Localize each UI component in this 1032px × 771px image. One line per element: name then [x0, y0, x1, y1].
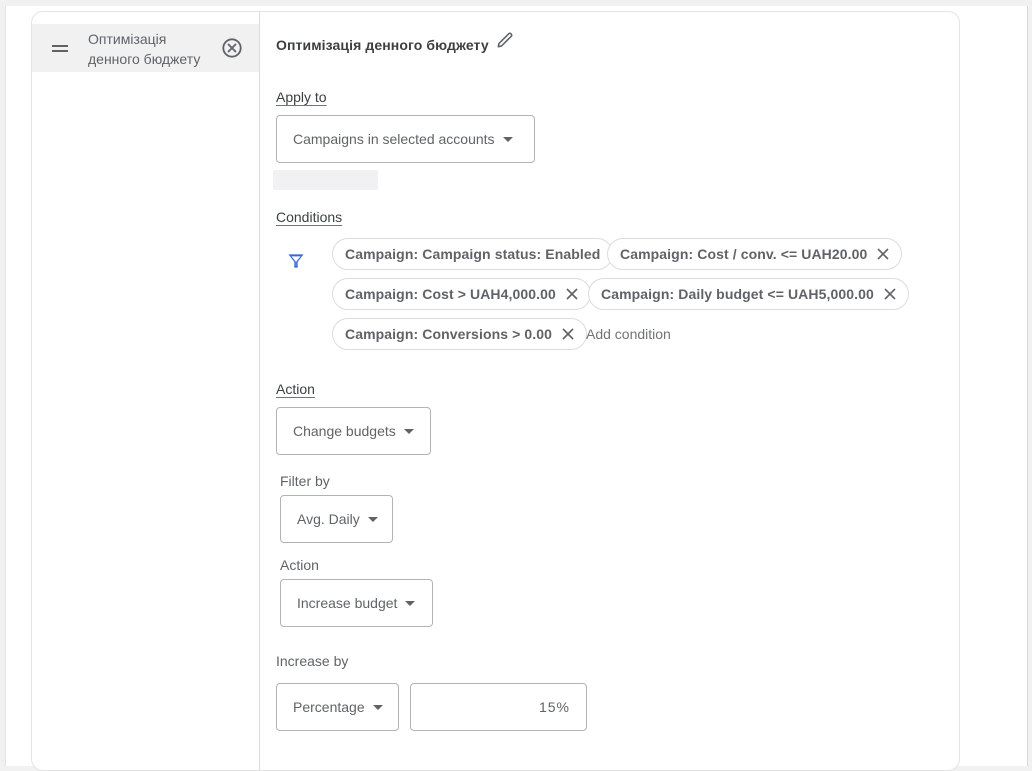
drag-handle-icon[interactable]: [52, 45, 68, 52]
chevron-down-icon: [372, 704, 383, 710]
condition-chip[interactable]: Campaign: Cost > UAH4,000.00: [332, 278, 591, 310]
filter-by-value: Avg. Daily: [297, 511, 360, 527]
chevron-down-icon: [403, 428, 414, 434]
increase-type-dropdown[interactable]: Percentage: [276, 683, 399, 731]
filter-by-dropdown[interactable]: Avg. Daily: [280, 495, 393, 543]
rule-editor-card: Оптимізація денного бюджету Оптимізація …: [31, 11, 960, 771]
condition-chip-text: Campaign: Cost / conv. <= UAH20.00: [620, 246, 868, 262]
action-value: Change budgets: [293, 423, 396, 439]
remove-circle-icon[interactable]: [221, 37, 243, 59]
conditions-label: Conditions: [276, 209, 343, 225]
increase-amount-input[interactable]: 15%: [410, 683, 587, 731]
filter-by-label: Filter by: [280, 473, 330, 489]
loading-placeholder: [273, 170, 378, 190]
page: Оптимізація денного бюджету Оптимізація …: [5, 6, 1028, 771]
sub-action-dropdown[interactable]: Increase budget: [280, 579, 433, 627]
chevron-down-icon: [502, 136, 513, 142]
apply-to-value: Campaigns in selected accounts: [293, 131, 495, 147]
increase-amount-value: 15%: [538, 699, 570, 715]
close-icon[interactable]: [562, 328, 574, 340]
close-icon[interactable]: [884, 288, 896, 300]
action-label: Action: [276, 381, 315, 397]
sidebar-item-label: Оптимізація денного бюджету: [88, 31, 201, 67]
chevron-down-icon: [367, 516, 378, 522]
rule-form: Оптимізація денного бюджету Apply to Cam…: [273, 12, 959, 770]
condition-chip-text: Campaign: Campaign status: Enabled: [345, 246, 601, 262]
condition-chip[interactable]: Campaign: Conversions > 0.00: [332, 318, 588, 350]
close-icon[interactable]: [566, 288, 578, 300]
condition-chip-text: Campaign: Cost > UAH4,000.00: [345, 286, 556, 302]
condition-chip[interactable]: Campaign: Daily budget <= UAH5,000.00: [588, 278, 909, 310]
close-icon[interactable]: [877, 248, 890, 260]
condition-chip[interactable]: Campaign: Cost / conv. <= UAH20.00: [607, 238, 903, 270]
apply-to-label: Apply to: [276, 89, 327, 105]
rule-title: Оптимізація денного бюджету: [276, 37, 489, 53]
condition-chip-text: Campaign: Daily budget <= UAH5,000.00: [601, 286, 874, 302]
condition-chip[interactable]: Campaign: Campaign status: Enabled: [332, 238, 614, 270]
action-dropdown[interactable]: Change budgets: [276, 407, 431, 455]
apply-to-dropdown[interactable]: Campaigns in selected accounts: [276, 115, 535, 163]
sub-action-value: Increase budget: [297, 595, 398, 611]
rules-sidebar: Оптимізація денного бюджету: [32, 12, 260, 770]
pencil-icon[interactable]: [495, 30, 515, 50]
sub-action-label: Action: [280, 557, 319, 573]
chevron-down-icon: [405, 600, 416, 606]
rule-title-row: Оптимізація денного бюджету: [276, 32, 515, 53]
filter-icon: [288, 254, 304, 268]
increase-by-label: Increase by: [276, 653, 349, 669]
add-condition-button[interactable]: Add condition: [586, 326, 671, 342]
sidebar-item-rule[interactable]: Оптимізація денного бюджету: [32, 24, 259, 72]
condition-chip-text: Campaign: Conversions > 0.00: [345, 326, 553, 342]
increase-type-value: Percentage: [293, 699, 365, 715]
